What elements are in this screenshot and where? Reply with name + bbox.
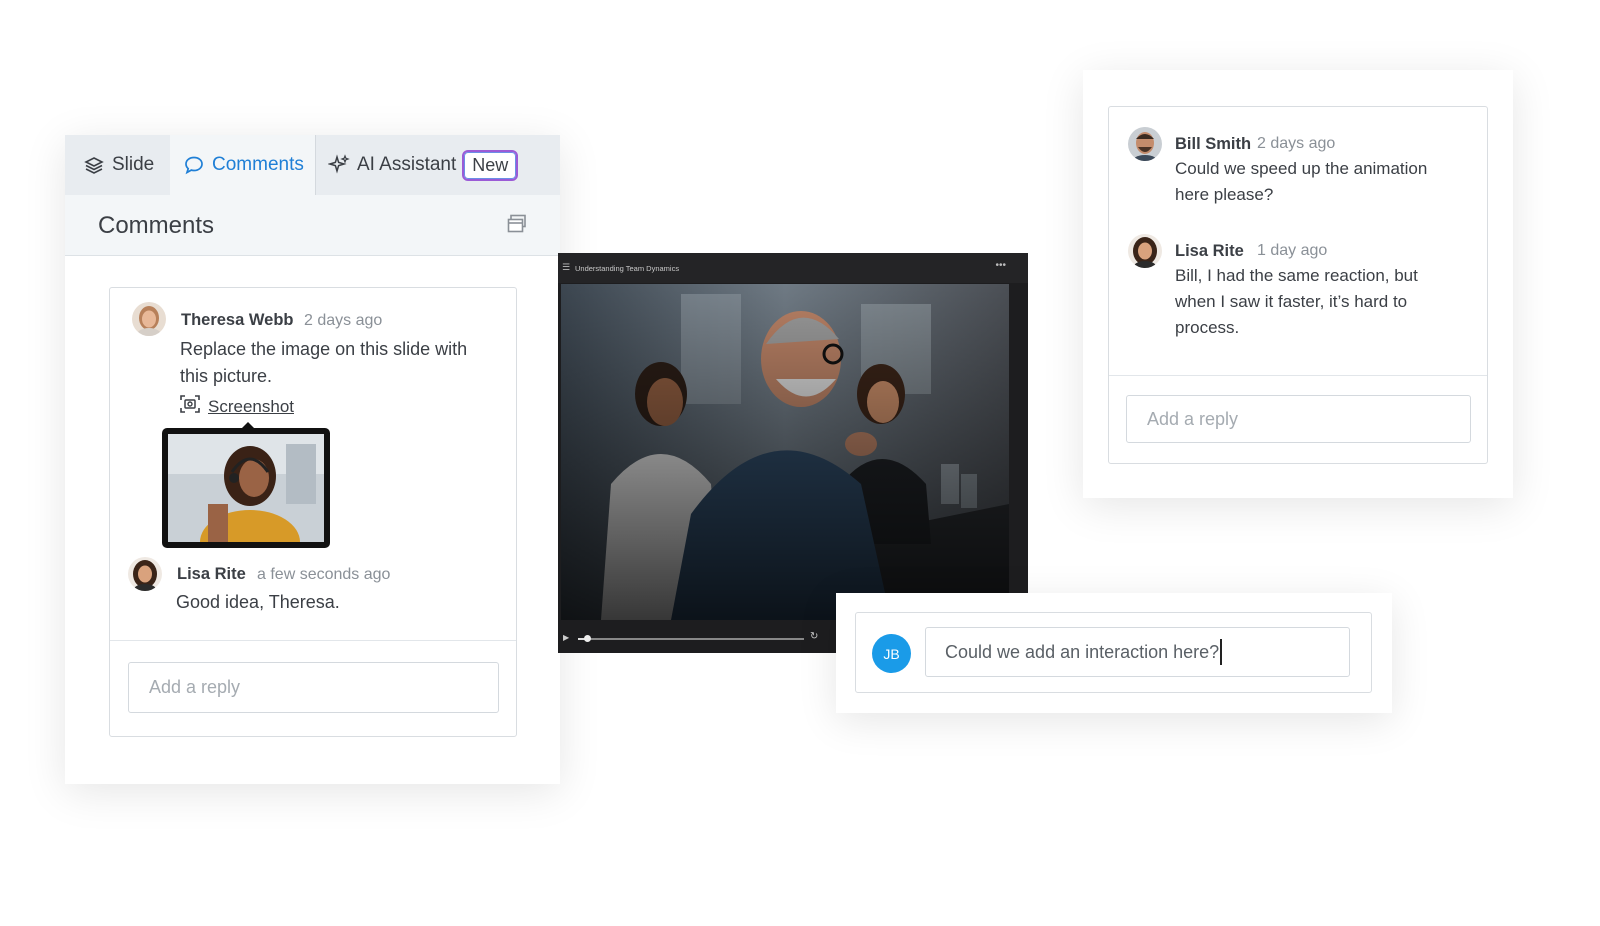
screenshot-link-label: Screenshot — [208, 396, 294, 416]
tab-slide-label: Slide — [112, 154, 155, 175]
video-frame[interactable] — [561, 284, 1009, 620]
comments-panel: Slide Comments AI Assistant New Comments… — [65, 135, 560, 784]
screenshot-thumbnail[interactable] — [162, 428, 330, 574]
avatar — [132, 302, 166, 336]
hamburger-menu-icon[interactable]: ☰ — [562, 262, 570, 273]
new-comment-panel: JB Could we add an interaction here? — [836, 593, 1392, 713]
comment-text: Bill, I had the same reaction, but when … — [1175, 266, 1418, 337]
thread-panel: Bill Smith 2 days ago Could we speed up … — [1083, 70, 1513, 498]
comment-timestamp: 2 days ago — [304, 312, 383, 329]
sparkles-icon — [328, 154, 350, 176]
comment-input-value: Could we add an interaction here? — [945, 641, 1220, 662]
video-still — [561, 284, 1009, 620]
popout-window-icon[interactable] — [506, 213, 528, 235]
player-title-bar: ☰ Understanding Team Dynamics ••• — [558, 253, 1028, 283]
tab-comments-label: Comments — [212, 154, 304, 175]
replay-icon[interactable]: ↻ — [810, 631, 818, 642]
divider — [1109, 375, 1487, 376]
screenshot-icon — [180, 395, 200, 418]
avatar — [1128, 127, 1162, 161]
screenshot-image — [168, 434, 324, 574]
panel-tabbar: Slide Comments AI Assistant New — [65, 135, 560, 195]
text-caret — [1220, 639, 1223, 665]
avatar: JB — [872, 634, 911, 673]
comment-author: Bill Smith — [1175, 135, 1252, 153]
divider — [110, 640, 516, 641]
comment-text: Replace the image on this slide with thi… — [180, 339, 468, 386]
play-icon[interactable]: ▶ — [563, 633, 569, 642]
panel-title: Comments — [98, 212, 215, 239]
speech-bubble-icon — [183, 154, 205, 176]
progress-handle[interactable] — [584, 635, 592, 642]
avatar — [1128, 234, 1162, 268]
comment-text: Could we speed up the animation here ple… — [1175, 159, 1428, 204]
tab-ai-assistant-label: AI Assistant — [357, 154, 457, 175]
avatar — [128, 557, 162, 591]
comment-timestamp: 2 days ago — [1257, 135, 1336, 152]
comment-thread: Bill Smith 2 days ago Could we speed up … — [1108, 106, 1488, 464]
reply-input[interactable] — [1126, 395, 1471, 443]
comment-thread: Theresa Webb 2 days ago Replace the imag… — [109, 287, 517, 737]
screenshot-link[interactable]: Screenshot — [180, 395, 294, 418]
comment-author: Lisa Rite — [1175, 242, 1244, 260]
comment-input[interactable]: Could we add an interaction here? — [925, 627, 1350, 677]
comment-text: Good idea, Theresa. — [176, 592, 340, 612]
player-title: Understanding Team Dynamics — [575, 264, 680, 273]
reply-input[interactable] — [128, 662, 499, 713]
comment-timestamp: 1 day ago — [1257, 242, 1328, 259]
comment-author: Lisa Rite — [177, 565, 246, 583]
comment-timestamp: a few seconds ago — [257, 566, 391, 583]
panel-header: Comments — [65, 195, 560, 256]
tab-ai-assistant[interactable]: AI Assistant New — [315, 135, 519, 195]
comment-author: Theresa Webb — [181, 311, 294, 329]
layers-icon — [83, 154, 105, 176]
new-badge: New — [462, 149, 519, 181]
progress-track[interactable] — [578, 635, 804, 642]
tab-comments[interactable]: Comments — [170, 135, 315, 195]
tab-slide[interactable]: Slide — [65, 135, 170, 195]
avatar-initials: JB — [883, 645, 900, 662]
more-options-icon[interactable]: ••• — [995, 260, 1006, 271]
new-comment-card: JB Could we add an interaction here? — [855, 612, 1372, 693]
